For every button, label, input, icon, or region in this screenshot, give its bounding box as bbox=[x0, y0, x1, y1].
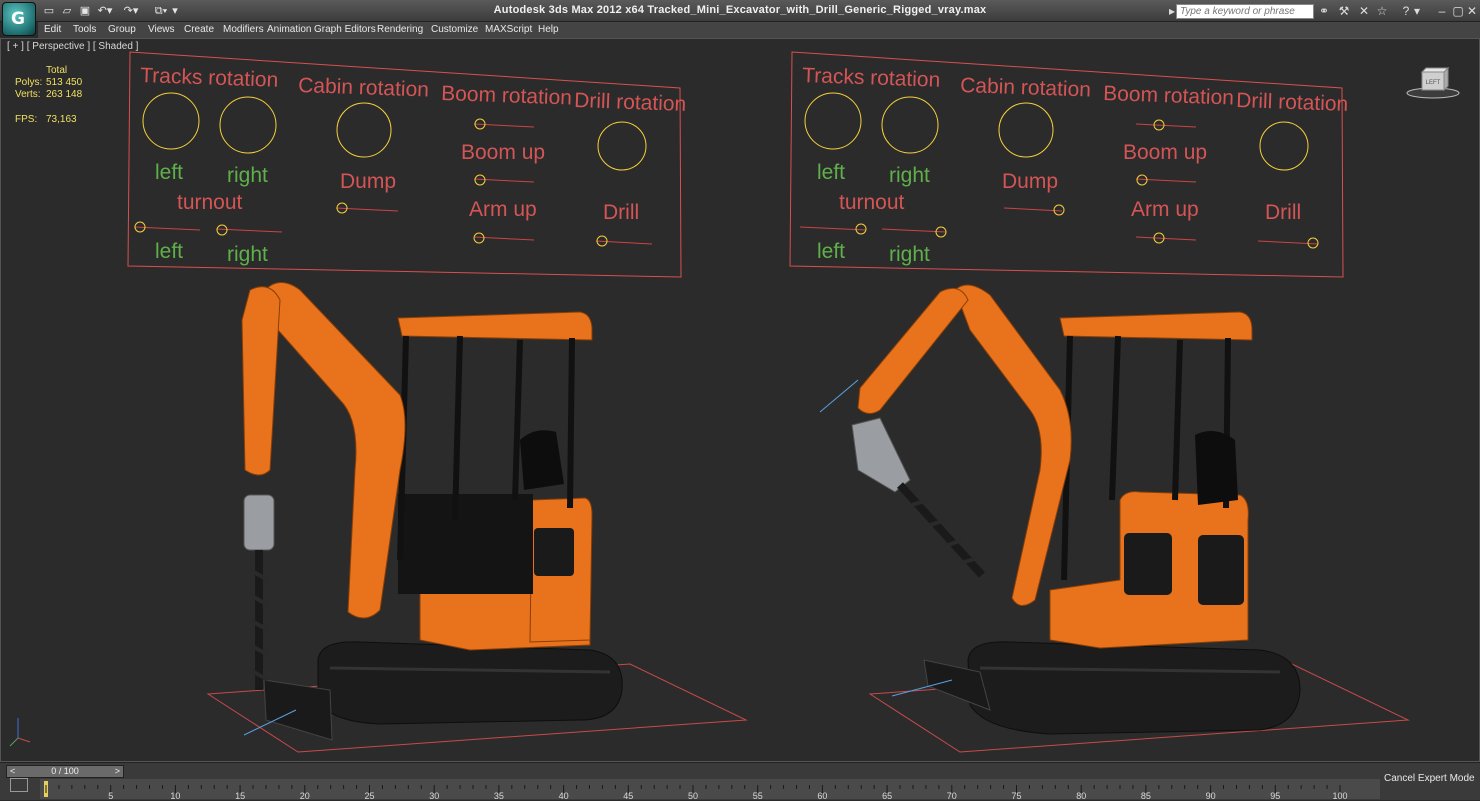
label-boom-up: Boom up bbox=[461, 141, 545, 164]
timeline-ruler: 5 10 15 20 25 30 35 40 45 50 55 60 65 70 75 80 85 90 95 100 bbox=[44, 781, 1348, 801]
body-panel-right bbox=[1124, 533, 1172, 595]
scene-overlay: Tracks rotation Cabin rotation Boom rota… bbox=[9, 51, 1410, 753]
label-tracks-rotation-right: Tracks rotation bbox=[802, 64, 941, 92]
turnout-left-slider-right[interactable] bbox=[855, 223, 867, 235]
label-left-rotation: left bbox=[155, 161, 183, 184]
label-dump: Dump bbox=[340, 170, 396, 193]
label-right-rotation: right bbox=[227, 164, 268, 187]
label-drill: Drill bbox=[603, 201, 639, 224]
label-drill-rotation: Drill rotation bbox=[574, 89, 687, 116]
label-turnout: turnout bbox=[177, 191, 243, 214]
excavator-model-right[interactable] bbox=[819, 284, 1410, 753]
control-panel-right: Tracks rotation Cabin rotation Boom rota… bbox=[789, 51, 1349, 278]
cabin-rotation-control[interactable] bbox=[336, 102, 392, 158]
cancel-expert-mode-button[interactable]: Cancel Expert Mode bbox=[1384, 773, 1475, 784]
label-arm-up: Arm up bbox=[469, 198, 537, 221]
label-right-rotation-right: right bbox=[889, 164, 930, 187]
label-tracks-rotation: Tracks rotation bbox=[140, 64, 279, 92]
label-right-turnout: right bbox=[227, 243, 268, 266]
track-left-rotation-control-right[interactable] bbox=[804, 92, 862, 150]
label-turnout-right: turnout bbox=[839, 191, 905, 214]
track-left-rotation-control[interactable] bbox=[142, 92, 200, 150]
label-boom-up-right: Boom up bbox=[1123, 141, 1207, 164]
label-boom-rotation: Boom rotation bbox=[441, 82, 572, 110]
label-cabin-rotation: Cabin rotation bbox=[298, 74, 429, 102]
drill-slider-right[interactable] bbox=[1307, 237, 1319, 249]
application-button-icon[interactable]: G bbox=[2, 2, 36, 36]
label-left-rotation-right: left bbox=[817, 161, 845, 184]
timeline-bar: < 0 / 100 > 5 10 15 20 25 30 35 40 45 50 55 60 65 70 7… bbox=[0, 762, 1480, 801]
boom-up-slider[interactable] bbox=[474, 174, 486, 186]
label-cabin-rotation-right: Cabin rotation bbox=[960, 74, 1091, 102]
label-right-turnout-right: right bbox=[889, 243, 930, 266]
arm-up-slider[interactable] bbox=[473, 232, 485, 244]
turnout-right-slider[interactable] bbox=[216, 224, 228, 236]
label-drill-rotation-right: Drill rotation bbox=[1236, 89, 1349, 116]
cabin-rotation-control-right[interactable] bbox=[998, 102, 1054, 158]
label-boom-rotation-right: Boom rotation bbox=[1103, 82, 1234, 110]
excavator-model-left[interactable] bbox=[206, 282, 748, 753]
control-panel-left: Tracks rotation Cabin rotation Boom rota… bbox=[127, 51, 687, 278]
mini-listener-icon[interactable] bbox=[10, 778, 28, 792]
label-drill-right: Drill bbox=[1265, 201, 1301, 224]
label-left-turnout-right: left bbox=[817, 240, 845, 263]
drill-rotation-control[interactable] bbox=[597, 121, 647, 171]
body-panel-left bbox=[534, 528, 574, 576]
track-right-rotation-control[interactable] bbox=[219, 96, 277, 154]
label-arm-up-right: Arm up bbox=[1131, 198, 1199, 221]
label-left-turnout: left bbox=[155, 240, 183, 263]
label-dump-right: Dump bbox=[1002, 170, 1058, 193]
drill-rotation-control-right[interactable] bbox=[1259, 121, 1309, 171]
boom-up-slider-right[interactable] bbox=[1136, 174, 1148, 186]
dump-slider-right[interactable] bbox=[1053, 204, 1065, 216]
world-axis-gizmo bbox=[9, 718, 31, 747]
track-right-rotation-control-right[interactable] bbox=[881, 96, 939, 154]
